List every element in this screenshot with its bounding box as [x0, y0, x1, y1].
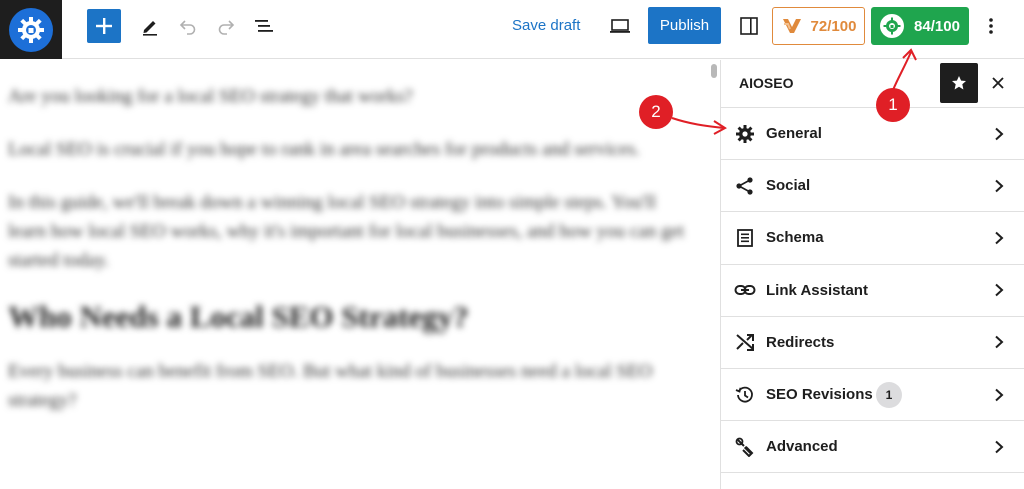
- sidebar-icon: [740, 17, 758, 35]
- sidebar-item-redirects[interactable]: Redirects: [721, 317, 1024, 369]
- sidebar-header: AIOSEO: [721, 60, 1024, 108]
- share-icon: [734, 175, 756, 197]
- annotation-marker-2: 2: [639, 95, 673, 129]
- pencil-icon: [143, 21, 157, 36]
- close-sidebar-button[interactable]: [987, 72, 1009, 94]
- redirect-icon: [734, 331, 756, 353]
- close-icon: [992, 77, 1004, 89]
- preview-button[interactable]: [606, 12, 634, 40]
- wrench-icon: [734, 436, 756, 458]
- tools-button[interactable]: [136, 12, 164, 40]
- scrollbar-thumb[interactable]: [711, 64, 717, 78]
- sidebar-item-label: General: [766, 125, 822, 143]
- schema-icon: [734, 227, 756, 249]
- undo-icon: [179, 20, 196, 35]
- redo-icon: [218, 20, 235, 35]
- score-b-label: 84/100: [914, 17, 960, 35]
- chevron-right-icon: [992, 440, 1006, 454]
- redo-button[interactable]: [212, 12, 240, 40]
- editor-paragraph[interactable]: Local SEO is crucial if you hope to rank…: [8, 135, 690, 164]
- star-icon: [952, 76, 966, 90]
- monster-insights-icon: [782, 19, 801, 33]
- chevron-right-icon: [992, 127, 1006, 141]
- pin-favorite-button[interactable]: [940, 63, 978, 103]
- chevron-right-icon: [992, 335, 1006, 349]
- list-view-button[interactable]: [250, 12, 278, 40]
- settings-sidebar-toggle[interactable]: [735, 12, 763, 40]
- sidebar-item-general[interactable]: General: [721, 108, 1024, 161]
- sidebar-item-link-assistant[interactable]: Link Assistant: [721, 265, 1024, 317]
- add-block-button[interactable]: [87, 9, 121, 43]
- save-draft-button[interactable]: Save draft: [504, 9, 588, 43]
- chevron-right-icon: [992, 231, 1006, 245]
- chevron-right-icon: [992, 388, 1006, 402]
- aioseo-logo-icon: [880, 14, 905, 38]
- kebab-icon: [989, 18, 993, 34]
- chevron-right-icon: [992, 179, 1006, 193]
- editor-paragraph[interactable]: Are you looking for a local SEO strategy…: [8, 82, 690, 111]
- sidebar-item-seo-revisions[interactable]: SEO Revisions 1: [721, 369, 1024, 422]
- gear-icon: [734, 123, 756, 145]
- revision-count-badge: 1: [876, 381, 902, 408]
- undo-button[interactable]: [174, 12, 202, 40]
- list-view-icon: [255, 20, 273, 32]
- link-icon: [734, 279, 756, 301]
- editor-paragraph[interactable]: Every business can benefit from SEO. But…: [8, 357, 690, 415]
- editor-toolbar: Save draft Publish 72/100 84/100: [0, 0, 1024, 59]
- site-logo-button[interactable]: [0, 0, 62, 59]
- score-button-72[interactable]: 72/100: [772, 7, 865, 45]
- aioseo-score-button[interactable]: 84/100: [871, 7, 969, 45]
- sidebar-item-social[interactable]: Social: [721, 160, 1024, 213]
- score-a-label: 72/100: [810, 17, 857, 35]
- editor-scrollbar[interactable]: [708, 60, 720, 489]
- aioseo-sidebar: AIOSEO General Social Schema Link Assist…: [720, 60, 1024, 489]
- sidebar-item-label: Link Assistant: [766, 281, 868, 299]
- sidebar-item-schema[interactable]: Schema: [721, 212, 1024, 265]
- sidebar-item-label: SEO Revisions: [766, 386, 873, 404]
- annotation-marker-1: 1: [876, 88, 910, 122]
- sidebar-item-advanced[interactable]: Advanced: [721, 421, 1024, 474]
- plus-icon: [96, 18, 112, 34]
- editor-heading[interactable]: Who Needs a Local SEO Strategy?: [8, 299, 690, 335]
- options-menu-button[interactable]: [979, 12, 1003, 40]
- site-logo-icon: [9, 7, 53, 52]
- sidebar-item-label: Redirects: [766, 333, 835, 351]
- sidebar-item-label: Advanced: [766, 438, 838, 456]
- editor-canvas[interactable]: Are you looking for a local SEO strategy…: [0, 60, 708, 489]
- editor-paragraph[interactable]: In this guide, we'll break down a winnin…: [8, 188, 690, 275]
- sidebar-title: AIOSEO: [739, 75, 794, 91]
- preview-icon: [610, 19, 630, 33]
- history-icon: [734, 384, 756, 406]
- chevron-right-icon: [992, 283, 1006, 297]
- sidebar-item-label: Social: [766, 177, 811, 195]
- publish-button[interactable]: Publish: [648, 7, 721, 44]
- sidebar-item-label: Schema: [766, 229, 824, 247]
